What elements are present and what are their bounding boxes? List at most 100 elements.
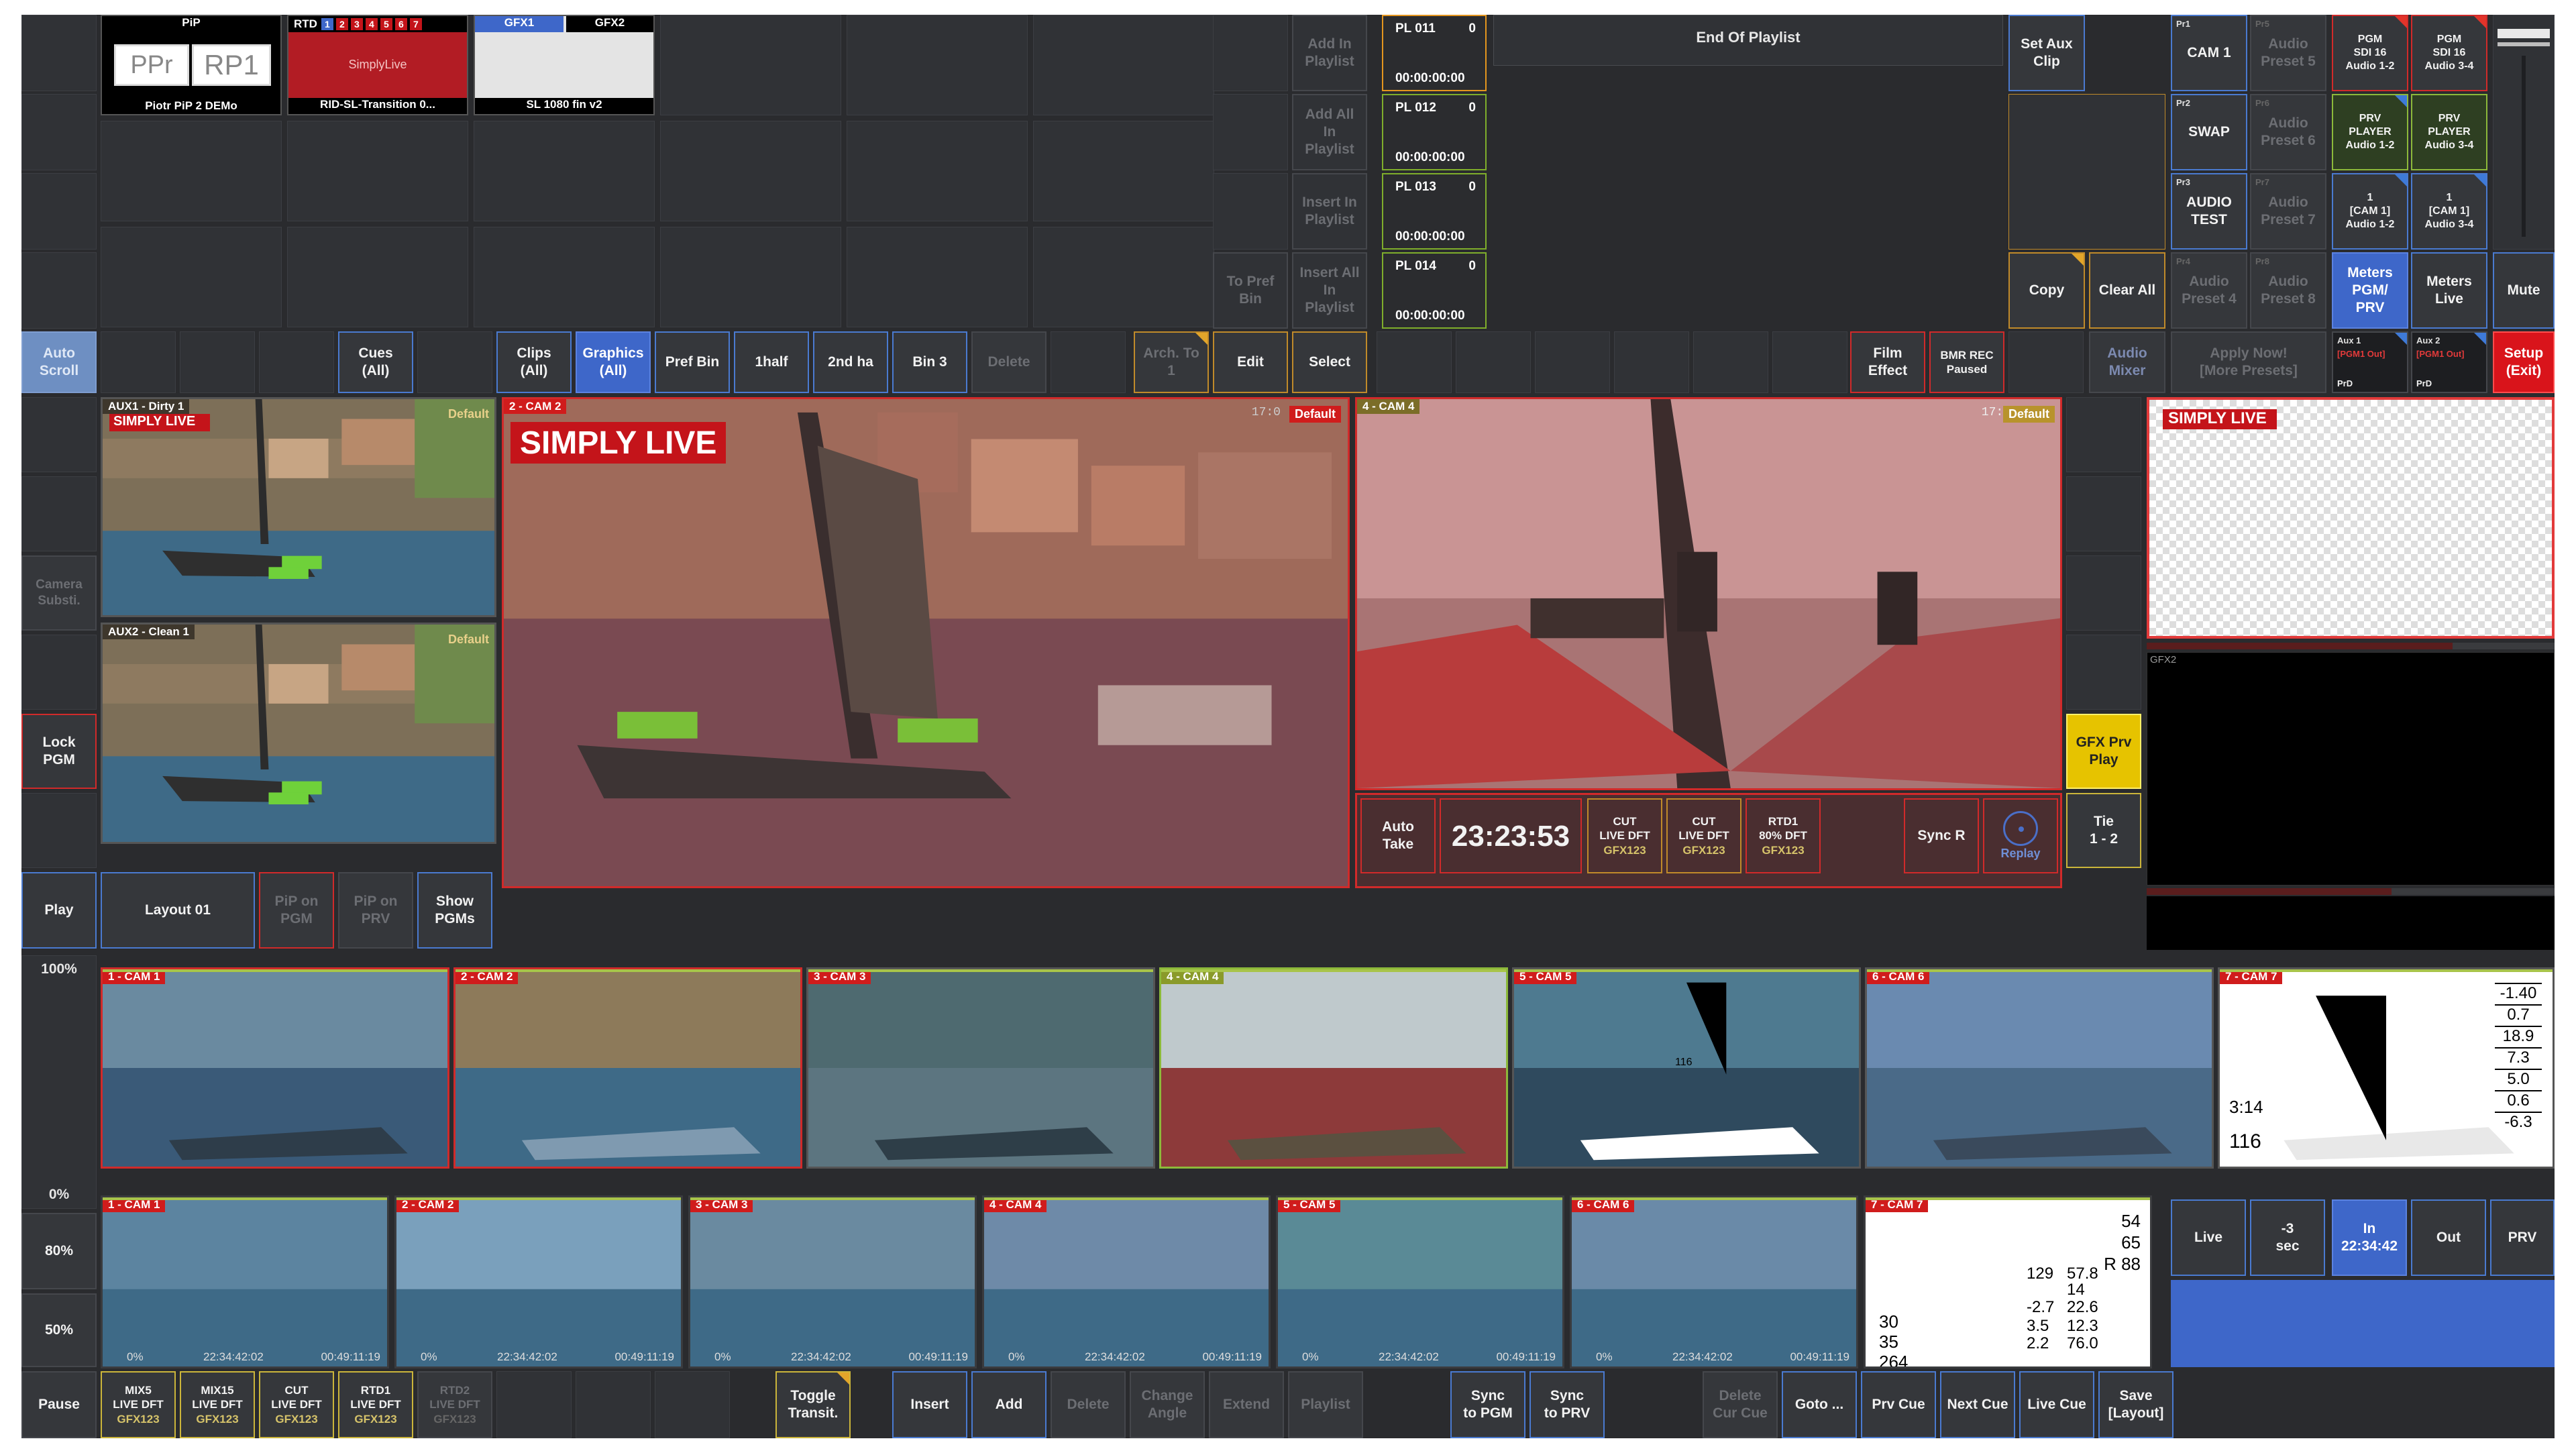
sync-to-pgm-button[interactable]: Sync to PGM	[1450, 1371, 1525, 1438]
audio-preset-7-button[interactable]: Pr7 Audio Preset 7	[2250, 173, 2326, 250]
playlist-item[interactable]: PL 011 0 00:00:00:00	[1382, 15, 1487, 91]
pref-bin-button[interactable]: Pref Bin	[655, 331, 730, 393]
live-camera-thumbnail[interactable]: 3 - CAM 3	[806, 967, 1155, 1169]
empty-source-cell[interactable]	[101, 227, 282, 327]
next-cue-button[interactable]: Next Cue	[1940, 1371, 2015, 1438]
auto-scroll-button[interactable]: Auto Scroll	[21, 331, 97, 393]
audio-preset-8-button[interactable]: Pr8 Audio Preset 8	[2250, 252, 2326, 329]
speed-slider[interactable]: 100% 0%	[21, 955, 97, 1209]
live-camera-thumbnail[interactable]: 5 - CAM 5 116	[1512, 967, 1861, 1169]
delete-button[interactable]: Delete	[1051, 1371, 1126, 1438]
prv-monitor[interactable]: 4 - CAM 4 17:0 Default	[1355, 397, 2062, 790]
layout-button[interactable]: Layout 01	[101, 872, 255, 949]
bmr-rec-button[interactable]: BMR REC Paused	[1929, 331, 2004, 393]
mute-button[interactable]: Mute	[2493, 252, 2555, 329]
cam1-audio-34-button[interactable]: 1 [CAM 1] Audio 3-4	[2411, 173, 2487, 250]
replay-camera-thumbnail[interactable]: 5 - CAM 5 0% 22:34:42:02 00:49:11:19	[1276, 1195, 1564, 1368]
gfx1-tab[interactable]: GFX1	[475, 16, 564, 32]
rtd-number[interactable]: 1	[321, 18, 333, 30]
setup-exit-button[interactable]: Setup (Exit)	[2493, 331, 2555, 393]
auto-take-button[interactable]: Auto Take	[1360, 798, 1436, 873]
empty-source-cell[interactable]	[474, 121, 655, 221]
show-pgms-button[interactable]: Show PGMs	[417, 872, 492, 949]
bin-1half-button[interactable]: 1half	[734, 331, 809, 393]
playlist-item[interactable]: PL 014 0 00:00:00:00	[1382, 252, 1487, 329]
pip-tile[interactable]: PiP PPr RP1 Piotr PiP 2 DEMo	[101, 15, 282, 115]
play-button[interactable]: Play	[21, 872, 97, 949]
speed-80-button[interactable]: 80%	[21, 1213, 97, 1289]
change-angle-button[interactable]: Change Angle	[1130, 1371, 1205, 1438]
bin-2nd-half-button[interactable]: 2nd ha	[813, 331, 888, 393]
out-point-button[interactable]: Out	[2411, 1199, 2486, 1276]
toggle-transition-button[interactable]: Toggle Transit.	[775, 1371, 851, 1438]
add-button[interactable]: Add	[971, 1371, 1046, 1438]
aux2-button[interactable]: Aux 2 [PGM1 Out] PrD	[2411, 331, 2487, 393]
gfx2-tab[interactable]: GFX2	[566, 16, 653, 32]
replay-camera-thumbnail[interactable]: 1 - CAM 1 0% 22:34:42:02 00:49:11:19	[101, 1195, 389, 1368]
prv-button[interactable]: PRV	[2490, 1199, 2555, 1276]
pip-on-prv-button[interactable]: PiP on PRV	[338, 872, 413, 949]
audio-preset-6-button[interactable]: Pr6 Audio Preset 6	[2250, 94, 2326, 170]
empty-source-cell[interactable]	[1033, 227, 1214, 327]
audio-mixer-button[interactable]: Audio Mixer	[2089, 331, 2165, 393]
edit-button[interactable]: Edit	[1213, 331, 1288, 393]
bin-3-button[interactable]: Bin 3	[892, 331, 967, 393]
replay-camera-thumbnail[interactable]: 6 - CAM 6 0% 22:34:42:02 00:49:11:19	[1570, 1195, 1858, 1368]
replay-camera-thumbnail[interactable]: 4 - CAM 4 0% 22:34:42:02 00:49:11:19	[982, 1195, 1271, 1368]
mix5-button[interactable]: MIX5 LIVE DFT GFX123	[101, 1371, 176, 1438]
rtd-number[interactable]: 5	[380, 18, 392, 30]
cut-button[interactable]: CUT LIVE DFT GFX123	[259, 1371, 334, 1438]
apply-now-button[interactable]: Apply Now! [More Presets]	[2171, 331, 2326, 393]
rtd1-live-button[interactable]: RTD1 LIVE DFT GFX123	[338, 1371, 413, 1438]
sync-r-button[interactable]: Sync R	[1904, 798, 1979, 873]
aux2-monitor[interactable]: AUX2 - Clean 1 Default	[101, 623, 496, 844]
cues-all-button[interactable]: Cues (All)	[338, 331, 413, 393]
rtd-number[interactable]: 6	[394, 18, 407, 30]
camera-substitution-button[interactable]: Camera Substi.	[21, 555, 97, 631]
empty-source-cell[interactable]	[847, 15, 1028, 115]
rtd2-live-button[interactable]: RTD2 LIVE DFT GFX123	[417, 1371, 492, 1438]
cut-live-button-2[interactable]: CUT LIVE DFT GFX123	[1666, 798, 1741, 873]
audio-preset-4-button[interactable]: Pr4 Audio Preset 4	[2171, 252, 2247, 329]
add-in-playlist-button[interactable]: Add In Playlist	[1292, 15, 1367, 91]
gfx-prv-play-button[interactable]: GFX Prv Play	[2066, 714, 2141, 789]
cut-live-button-1[interactable]: CUT LIVE DFT GFX123	[1587, 798, 1662, 873]
replay-button[interactable]: Replay	[1983, 798, 2058, 873]
cam1-preset-button[interactable]: Pr1 CAM 1	[2171, 15, 2247, 91]
playlist-item[interactable]: PL 013 0 00:00:00:00	[1382, 173, 1487, 250]
save-layout-button[interactable]: Save [Layout]	[2098, 1371, 2174, 1438]
live-camera-thumbnail[interactable]: 1 - CAM 1	[101, 967, 449, 1169]
pgm-sdi-audio-34-button[interactable]: PGM SDI 16 Audio 3-4	[2411, 15, 2487, 91]
meters-live-button[interactable]: Meters Live	[2411, 252, 2487, 329]
empty-source-cell[interactable]	[101, 121, 282, 221]
archive-to-button[interactable]: Arch. To 1	[1134, 331, 1209, 393]
empty-source-cell[interactable]	[847, 121, 1028, 221]
tie-button[interactable]: Tie 1 - 2	[2066, 793, 2141, 868]
gfx2-monitor[interactable]: GFX2	[2147, 652, 2555, 885]
insert-in-playlist-button[interactable]: Insert In Playlist	[1292, 173, 1367, 250]
replay-camera-thumbnail[interactable]: 2 - CAM 2 0% 22:34:42:02 00:49:11:19	[394, 1195, 683, 1368]
replay-camera-thumbnail[interactable]: 7 - CAM 7 54 65 R 88 30 35 264 129 57.8 14 -2.7 22.…	[1864, 1195, 2152, 1368]
live-camera-thumbnail[interactable]: 6 - CAM 6	[1865, 967, 2214, 1169]
clips-all-button[interactable]: Clips (All)	[496, 331, 572, 393]
insert-button[interactable]: Insert	[892, 1371, 967, 1438]
bin-delete-button[interactable]: Delete	[971, 331, 1046, 393]
aux1-button[interactable]: Aux 1 [PGM1 Out] PrD	[2332, 331, 2408, 393]
mix15-button[interactable]: MIX15 LIVE DFT GFX123	[180, 1371, 255, 1438]
empty-source-cell[interactable]	[660, 121, 841, 221]
to-pref-bin-button[interactable]: To Pref Bin	[1213, 252, 1288, 329]
select-button[interactable]: Select	[1292, 331, 1367, 393]
replay-camera-thumbnail[interactable]: 3 - CAM 3 0% 22:34:42:02 00:49:11:19	[688, 1195, 977, 1368]
live-button[interactable]: Live	[2171, 1199, 2246, 1276]
cam1-audio-12-button[interactable]: 1 [CAM 1] Audio 1-2	[2332, 173, 2408, 250]
live-camera-thumbnail[interactable]: 4 - CAM 4	[1159, 967, 1508, 1169]
playlist-button[interactable]: Playlist	[1288, 1371, 1363, 1438]
extend-button[interactable]: Extend	[1209, 1371, 1284, 1438]
gfx-tile[interactable]: GFX1 GFX2 SL 1080 fin v2	[474, 15, 655, 115]
rtd1-button[interactable]: RTD1 80% DFT GFX123	[1746, 798, 1821, 873]
add-all-in-playlist-button[interactable]: Add All In Playlist	[1292, 94, 1367, 170]
prv-player-audio-34-button[interactable]: PRV PLAYER Audio 3-4	[2411, 94, 2487, 170]
rtd-number[interactable]: 3	[350, 18, 363, 30]
live-camera-thumbnail[interactable]: 2 - CAM 2	[453, 967, 802, 1169]
speed-50-button[interactable]: 50%	[21, 1293, 97, 1367]
